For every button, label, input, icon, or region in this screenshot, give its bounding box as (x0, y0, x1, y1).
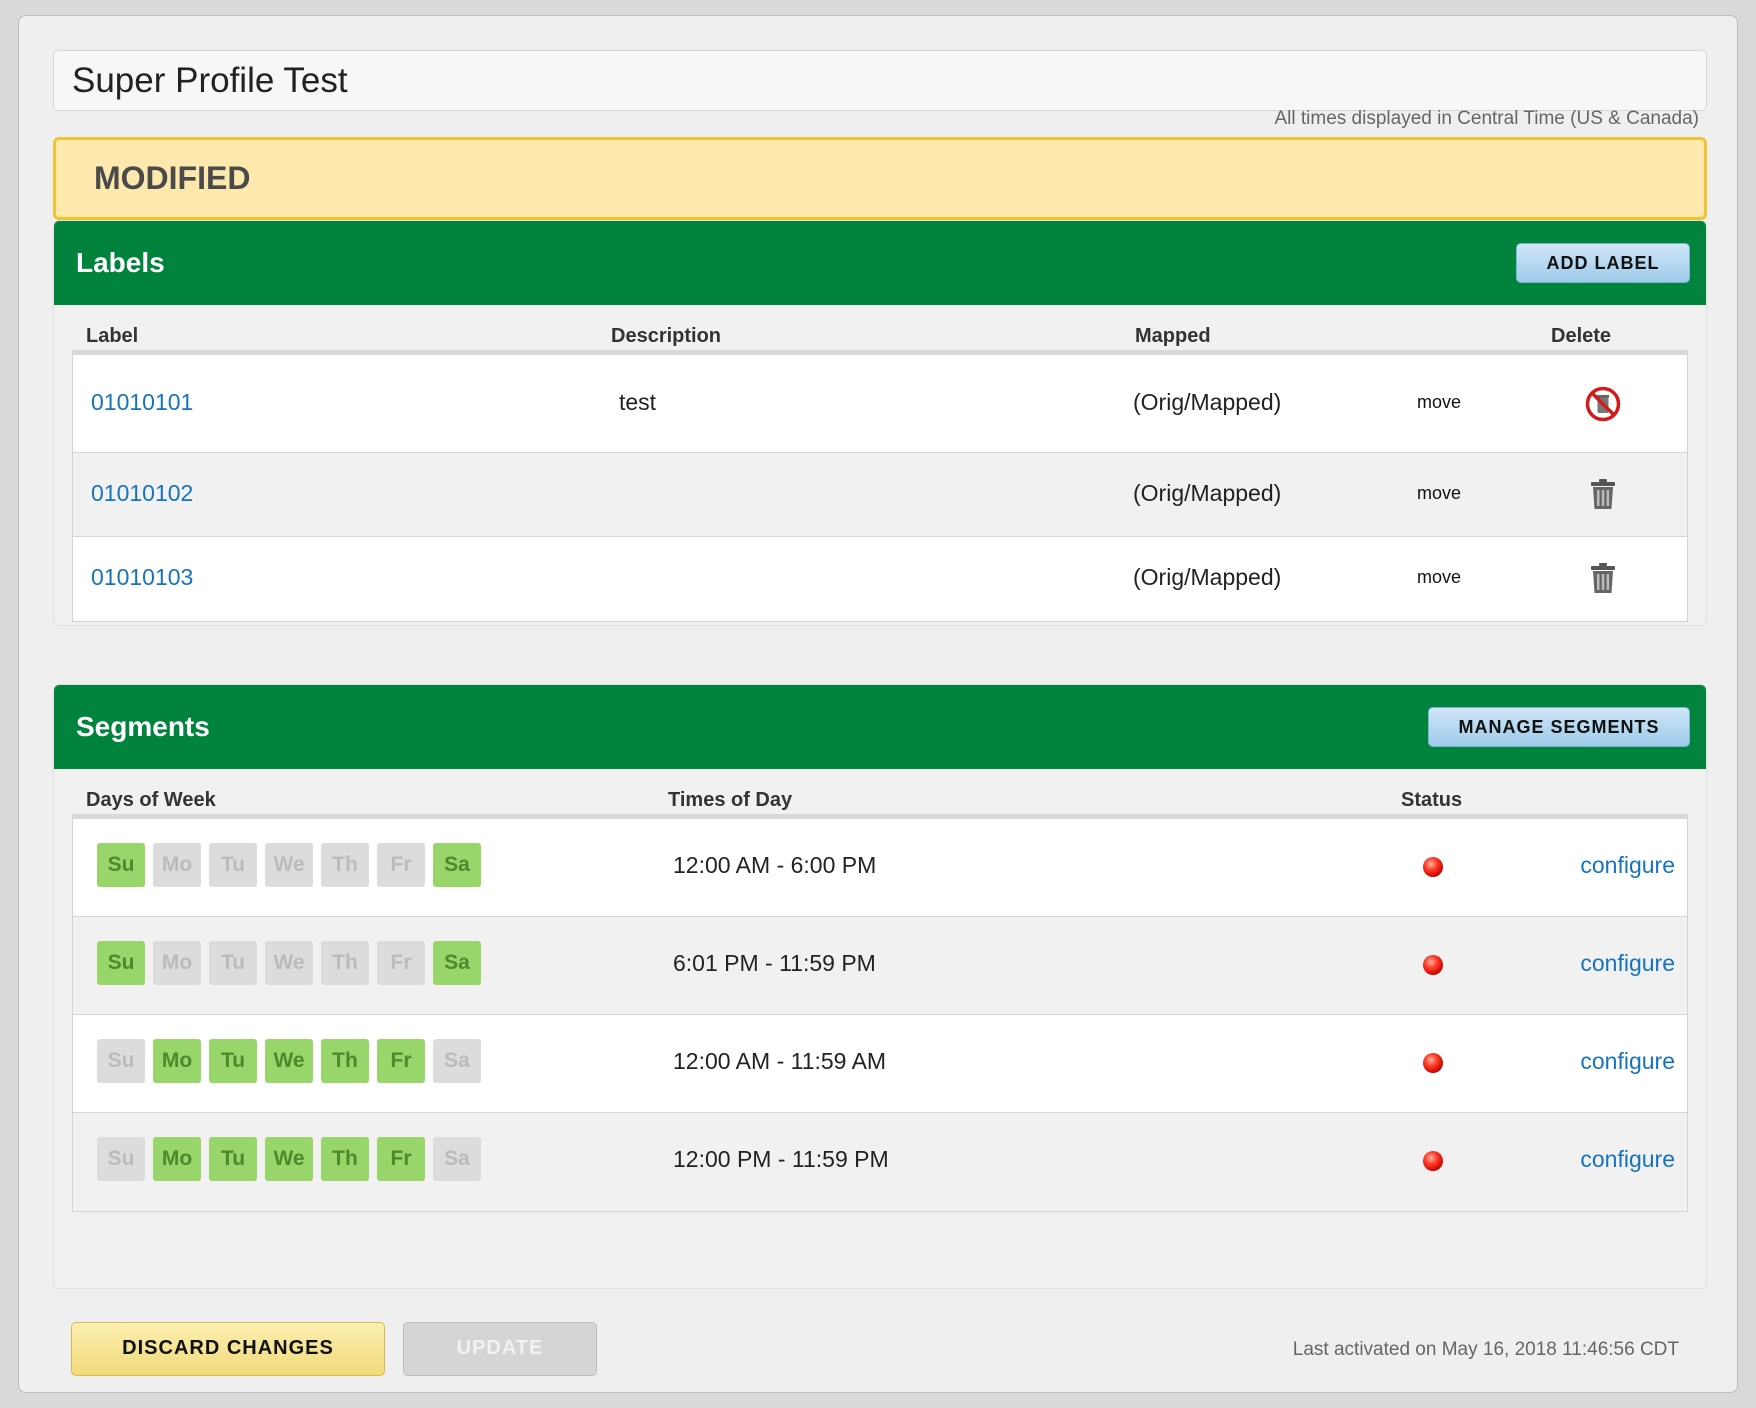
label-row: 01010102 (Orig/Mapped) move (73, 453, 1687, 537)
segments-section: Segments MANAGE SEGMENTS Days of Week Ti… (53, 684, 1707, 1289)
profile-title: Super Profile Test (53, 50, 1707, 111)
day-chip-su: Su (97, 941, 145, 985)
configure-link[interactable]: configure (1580, 852, 1675, 879)
day-chip-we: We (265, 1137, 313, 1181)
col-status: Status (1401, 789, 1463, 811)
label-link[interactable]: 01010102 (91, 480, 193, 507)
segment-times: 6:01 PM - 11:59 PM (673, 950, 876, 976)
move-link[interactable]: move (1417, 392, 1461, 413)
segments-title: Segments (76, 711, 210, 742)
col-description: Description (611, 325, 722, 347)
status-indicator-icon (1423, 955, 1443, 975)
discard-changes-button[interactable]: DISCARD CHANGES (71, 1322, 385, 1376)
profile-card: Super Profile Test All times displayed i… (18, 15, 1738, 1393)
day-chip-th: Th (321, 1137, 369, 1181)
labels-header: Labels ADD LABEL (54, 221, 1706, 305)
status-indicator-icon (1423, 1151, 1443, 1171)
no-delete-icon[interactable] (1585, 386, 1621, 427)
segment-row: Su Mo Tu We Th Fr Sa 6:01 PM - 11:59 PM configur… (73, 917, 1687, 1015)
day-chip-fr: Fr (377, 1039, 425, 1083)
day-chip-th: Th (321, 843, 369, 887)
configure-link[interactable]: configure (1580, 950, 1675, 977)
update-button: UPDATE (403, 1322, 597, 1376)
label-description: test (619, 389, 657, 415)
modified-banner: MODIFIED (53, 137, 1707, 220)
day-chip-we: We (265, 1039, 313, 1083)
day-chip-th: Th (321, 1039, 369, 1083)
label-link[interactable]: 01010103 (91, 564, 193, 591)
col-label: Label (86, 325, 139, 347)
configure-link[interactable]: configure (1580, 1048, 1675, 1075)
day-chip-th: Th (321, 941, 369, 985)
label-mapped: (Orig/Mapped) (1133, 389, 1282, 415)
col-mapped: Mapped (1135, 325, 1211, 347)
segments-header: Segments MANAGE SEGMENTS (54, 685, 1706, 769)
day-chip-su: Su (97, 843, 145, 887)
last-activated-text: Last activated on May 16, 2018 11:46:56 … (1292, 1339, 1679, 1360)
segment-times: 12:00 PM - 11:59 PM (673, 1146, 889, 1172)
col-delete: Delete (1551, 325, 1612, 347)
timezone-note: All times displayed in Central Time (US … (1274, 108, 1699, 129)
label-mapped: (Orig/Mapped) (1133, 480, 1282, 506)
day-chip-mo: Mo (153, 843, 201, 887)
day-chip-su: Su (97, 1039, 145, 1083)
add-label-button[interactable]: ADD LABEL (1516, 243, 1690, 283)
day-chip-we: We (265, 941, 313, 985)
segment-row: Su Mo Tu We Th Fr Sa 12:00 PM - 11:59 PM configu… (73, 1113, 1687, 1211)
day-chip-fr: Fr (377, 941, 425, 985)
labels-section: Labels ADD LABEL Label Description Mappe… (53, 220, 1707, 626)
label-row: 01010103 (Orig/Mapped) move (73, 537, 1687, 621)
day-chip-tu: Tu (209, 941, 257, 985)
day-chip-mo: Mo (153, 1137, 201, 1181)
labels-table: 01010101 test (Orig/Mapped) move 0101010… (72, 350, 1688, 622)
segment-row: Su Mo Tu We Th Fr Sa 12:00 AM - 11:59 AM configu… (73, 1015, 1687, 1113)
move-link[interactable]: move (1417, 483, 1461, 504)
col-times-of-day: Times of Day (668, 789, 793, 811)
day-chip-su: Su (97, 1137, 145, 1181)
manage-segments-button[interactable]: MANAGE SEGMENTS (1428, 707, 1690, 747)
status-indicator-icon (1423, 857, 1443, 877)
day-chip-mo: Mo (153, 941, 201, 985)
status-indicator-icon (1423, 1053, 1443, 1073)
trash-icon[interactable] (1589, 562, 1617, 599)
day-chip-sa: Sa (433, 1039, 481, 1083)
day-chip-tu: Tu (209, 1039, 257, 1083)
day-chip-we: We (265, 843, 313, 887)
segment-times: 12:00 AM - 11:59 AM (673, 1048, 887, 1074)
labels-title: Labels (76, 247, 165, 278)
day-chip-tu: Tu (209, 843, 257, 887)
day-chip-fr: Fr (377, 843, 425, 887)
configure-link[interactable]: configure (1580, 1146, 1675, 1173)
segments-table: Su Mo Tu We Th Fr Sa 12:00 AM - 6:00 PM configur… (72, 814, 1688, 1212)
day-chip-tu: Tu (209, 1137, 257, 1181)
label-mapped: (Orig/Mapped) (1133, 564, 1282, 590)
move-link[interactable]: move (1417, 567, 1461, 588)
day-chip-fr: Fr (377, 1137, 425, 1181)
day-chip-sa: Sa (433, 1137, 481, 1181)
label-row: 01010101 test (Orig/Mapped) move (73, 355, 1687, 453)
col-days-of-week: Days of Week (86, 789, 216, 811)
label-link[interactable]: 01010101 (91, 389, 193, 416)
trash-icon[interactable] (1589, 478, 1617, 515)
day-chip-mo: Mo (153, 1039, 201, 1083)
day-chip-sa: Sa (433, 941, 481, 985)
segment-row: Su Mo Tu We Th Fr Sa 12:00 AM - 6:00 PM configur… (73, 819, 1687, 917)
day-chip-sa: Sa (433, 843, 481, 887)
segment-times: 12:00 AM - 6:00 PM (673, 852, 877, 878)
